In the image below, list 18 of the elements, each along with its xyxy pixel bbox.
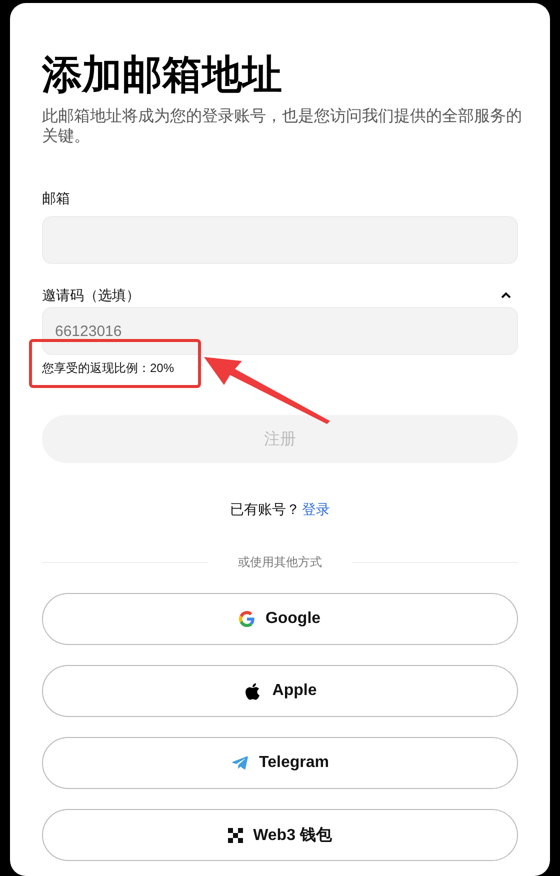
chevron-icon[interactable] xyxy=(500,291,512,299)
divider-text: 或使用其他方式 xyxy=(238,554,322,571)
social-login-button[interactable]: Google xyxy=(42,593,518,645)
social-login-button[interactable]: Apple xyxy=(42,665,518,717)
login-prompt: 已有账号？ xyxy=(230,500,300,519)
login-link[interactable]: 登录 xyxy=(302,499,330,519)
checkered-icon xyxy=(228,828,244,842)
google-icon xyxy=(239,611,256,627)
apple-icon xyxy=(243,682,262,700)
page-subtitle: 此邮箱地址将成为您的登录账号，也是您访问我们提供的全部服务的关键。 xyxy=(42,107,522,147)
page-title: 添加邮箱地址 xyxy=(42,52,283,99)
social-login-button[interactable]: Web3 钱包 xyxy=(42,809,518,861)
paper-plane-icon xyxy=(231,754,250,772)
email-label: 邮箱 xyxy=(42,189,71,208)
invite-code-field[interactable]: 66123016 xyxy=(42,307,518,355)
invite-code-label: 邀请码（选填） xyxy=(42,286,140,305)
reward-text: 您享受的返现比例：20% xyxy=(42,360,174,377)
social-login-button[interactable]: Telegram xyxy=(42,737,518,789)
